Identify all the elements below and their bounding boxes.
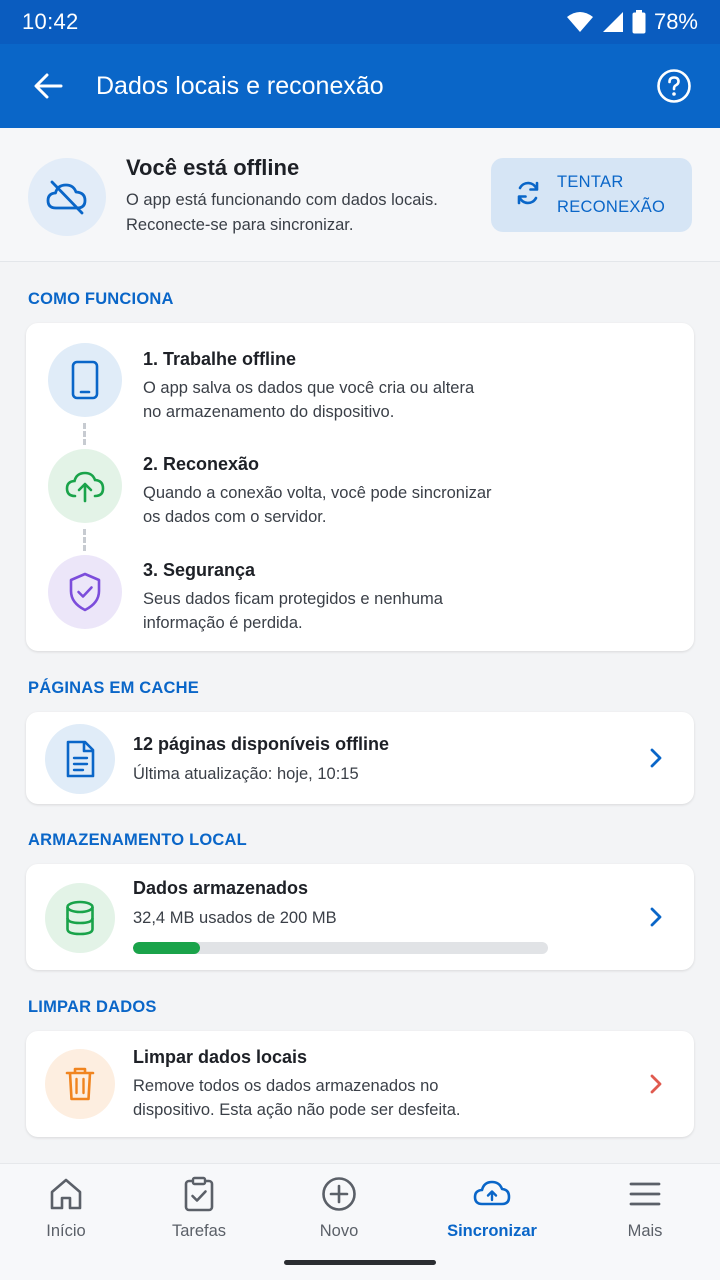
signal-icon	[602, 11, 624, 33]
clipboard-check-icon	[179, 1174, 219, 1214]
local-storage-card[interactable]: Dados armazenados 32,4 MB usados de 200 …	[26, 864, 694, 970]
status-indicators: 78%	[566, 9, 698, 35]
clear-data-card[interactable]: Limpar dados locais Remove todos os dado…	[26, 1031, 694, 1137]
shield-check-icon	[48, 555, 122, 629]
clear-data-title: Limpar dados locais	[133, 1047, 308, 1067]
database-icon	[45, 883, 115, 953]
step-title: 2. Reconexão	[143, 454, 260, 474]
plus-circle-icon	[319, 1174, 359, 1214]
step-connector	[83, 529, 86, 551]
document-icon	[45, 724, 115, 794]
nav-item-sync[interactable]: Sincronizar	[432, 1174, 552, 1244]
nav-item-tasks[interactable]: Tarefas	[139, 1174, 259, 1244]
nav-label: Sincronizar	[447, 1222, 537, 1240]
cloud-off-icon	[28, 158, 106, 236]
nav-label: Novo	[319, 1222, 359, 1240]
trash-icon	[45, 1049, 115, 1119]
smartphone-icon	[48, 343, 122, 417]
chevron-right-icon	[644, 1072, 668, 1096]
refresh-icon	[515, 180, 541, 211]
home-icon	[46, 1174, 86, 1214]
status-time: 10:42	[22, 9, 79, 34]
offline-description: O app está funcionando com dados locais.…	[126, 191, 438, 234]
step-description: O app salva os dados que você cria ou al…	[143, 379, 475, 421]
battery-percent: 78%	[653, 9, 698, 34]
cached-pages-updated: Última atualização: hoje, 10:15	[133, 765, 359, 783]
section-title-clear: LIMPAR DADOS	[28, 998, 157, 1016]
section-title-cache: PÁGINAS EM CACHE	[28, 679, 199, 697]
nav-label: Mais	[627, 1222, 663, 1240]
storage-progress-bar	[133, 942, 548, 954]
status-bar: 10:42 78%	[0, 0, 720, 44]
nav-item-more[interactable]: Mais	[585, 1174, 705, 1244]
page-title: Dados locais e reconexão	[96, 71, 384, 100]
cached-pages-title: 12 páginas disponíveis offline	[133, 734, 390, 754]
cloud-upload-icon	[48, 449, 122, 523]
offline-title: Você está offline	[126, 155, 300, 180]
retry-label: TENTAR RECONEXÃO	[557, 173, 666, 216]
storage-progress-fill	[133, 942, 201, 954]
storage-usage: 32,4 MB usados de 200 MB	[133, 909, 337, 927]
step-description: Seus dados ficam protegidos e nenhuma in…	[143, 590, 443, 632]
chevron-right-icon	[644, 746, 668, 770]
battery-icon	[632, 10, 646, 34]
how-it-works-card: 1. Trabalhe offline O app salva os dados…	[26, 323, 694, 651]
home-indicator[interactable]	[284, 1260, 436, 1265]
retry-connection-button[interactable]: TENTAR RECONEXÃO	[491, 158, 692, 232]
arrow-left-icon[interactable]	[28, 66, 68, 106]
help-circle-icon[interactable]	[654, 66, 694, 106]
cloud-upload-icon	[472, 1174, 512, 1214]
nav-item-new[interactable]: Novo	[279, 1174, 399, 1244]
section-title-storage: ARMAZENAMENTO LOCAL	[28, 831, 247, 849]
menu-icon	[625, 1174, 665, 1214]
nav-label: Início	[46, 1222, 86, 1240]
cached-pages-card[interactable]: 12 páginas disponíveis offline Última at…	[26, 712, 694, 804]
step-title: 1. Trabalhe offline	[143, 349, 297, 369]
storage-title: Dados armazenados	[133, 878, 309, 898]
wifi-icon	[566, 11, 594, 33]
app-bar: Dados locais e reconexão	[0, 44, 720, 128]
section-title-how-it-works: COMO FUNCIONA	[28, 290, 174, 308]
clear-data-description: Remove todos os dados armazenados no dis…	[133, 1077, 461, 1119]
step-description: Quando a conexão volta, você pode sincro…	[143, 484, 492, 526]
step-title: 3. Segurança	[143, 560, 256, 580]
step-connector	[83, 423, 86, 445]
chevron-right-icon	[644, 905, 668, 929]
nav-item-home[interactable]: Início	[6, 1174, 126, 1244]
offline-banner: Você está offline O app está funcionando…	[0, 128, 720, 262]
nav-label: Tarefas	[171, 1222, 227, 1240]
